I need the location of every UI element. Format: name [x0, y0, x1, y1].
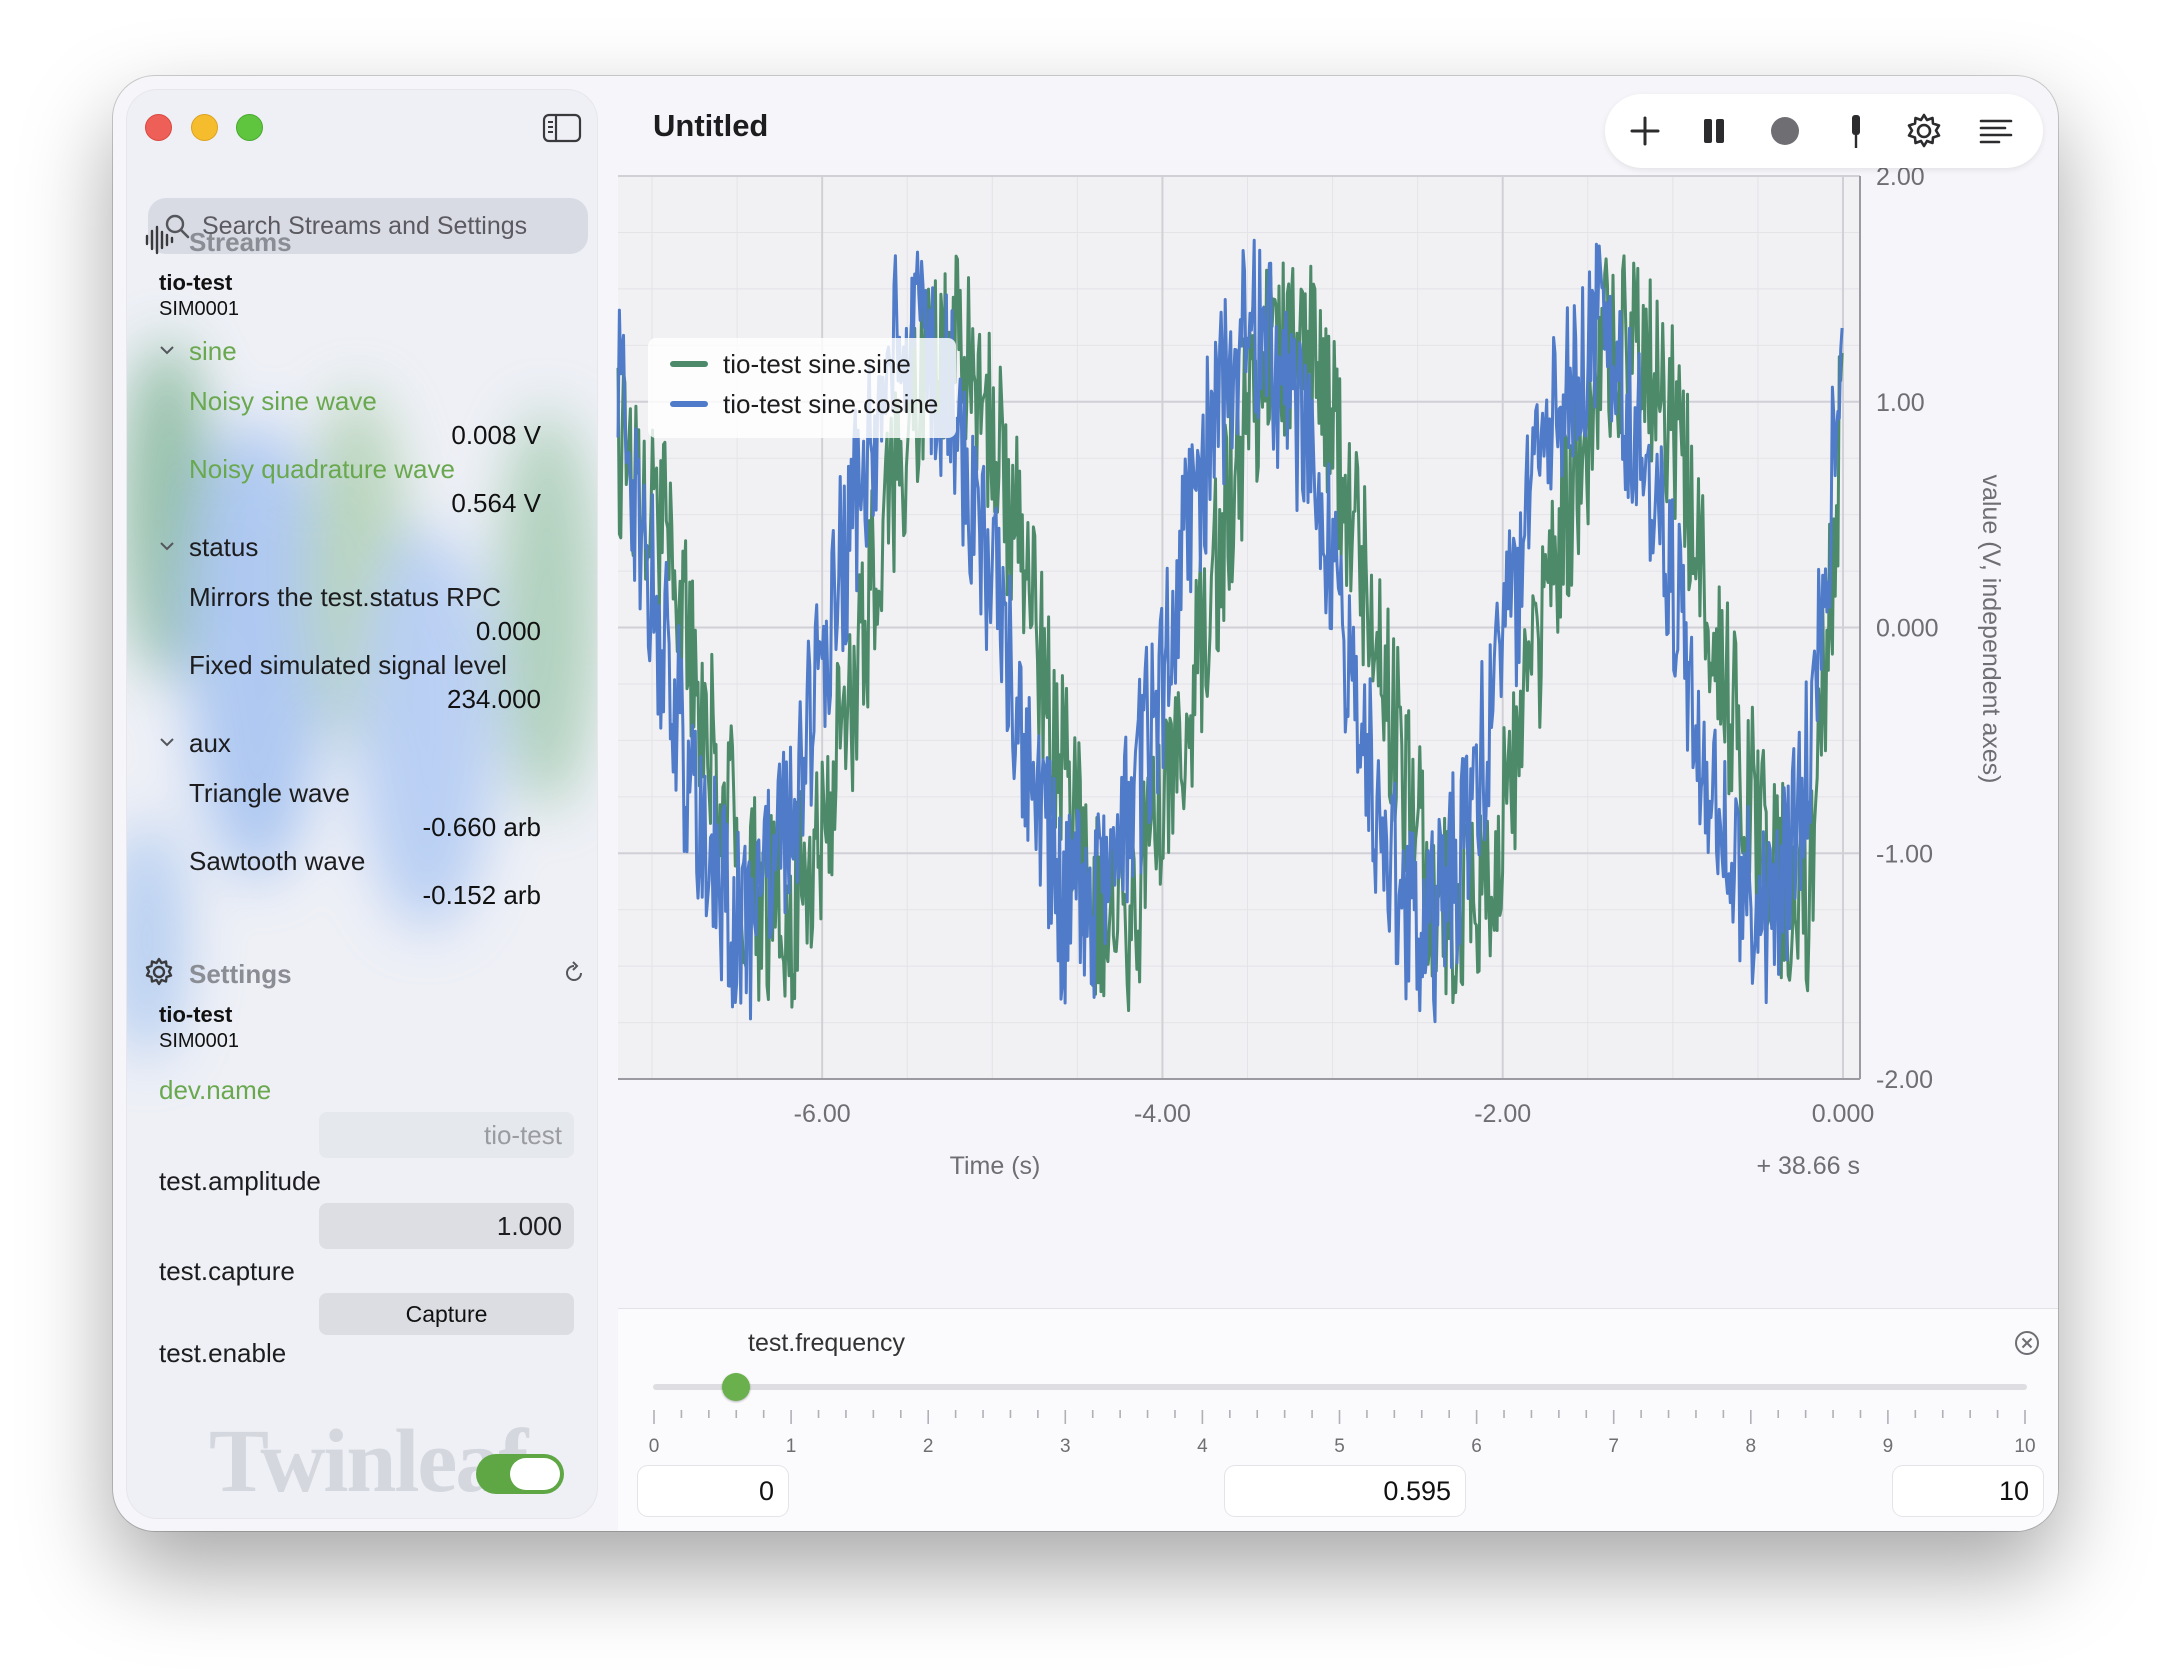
slider-tick-label: 10 — [2014, 1436, 2035, 1457]
frequency-value-field[interactable]: 0.595 — [1225, 1466, 1465, 1516]
slider-tick-label: 6 — [1471, 1436, 1482, 1457]
slider-tick-label: 8 — [1746, 1436, 1757, 1457]
frequency-min-field[interactable]: 0 — [638, 1466, 788, 1516]
slider-tick-label: 4 — [1197, 1436, 1208, 1457]
slider-tick-label: 9 — [1883, 1436, 1894, 1457]
app-window: tio-test sine.sine tio-test sine.cosine 2.… — [113, 76, 2058, 1531]
slider-tick-label: 3 — [1060, 1436, 1071, 1457]
slider-tick-label: 5 — [1334, 1436, 1345, 1457]
slider-tick-label: 0 — [649, 1436, 660, 1457]
slider-tick-label: 7 — [1608, 1436, 1619, 1457]
frequency-max-field[interactable]: 10 — [1893, 1466, 2043, 1516]
slider-tick-label: 1 — [786, 1436, 797, 1457]
frequency-slider-scale: 0 1 2 3 4 5 6 7 8 9 10 — [649, 1410, 2036, 1457]
slider-tick-label: 2 — [923, 1436, 934, 1457]
